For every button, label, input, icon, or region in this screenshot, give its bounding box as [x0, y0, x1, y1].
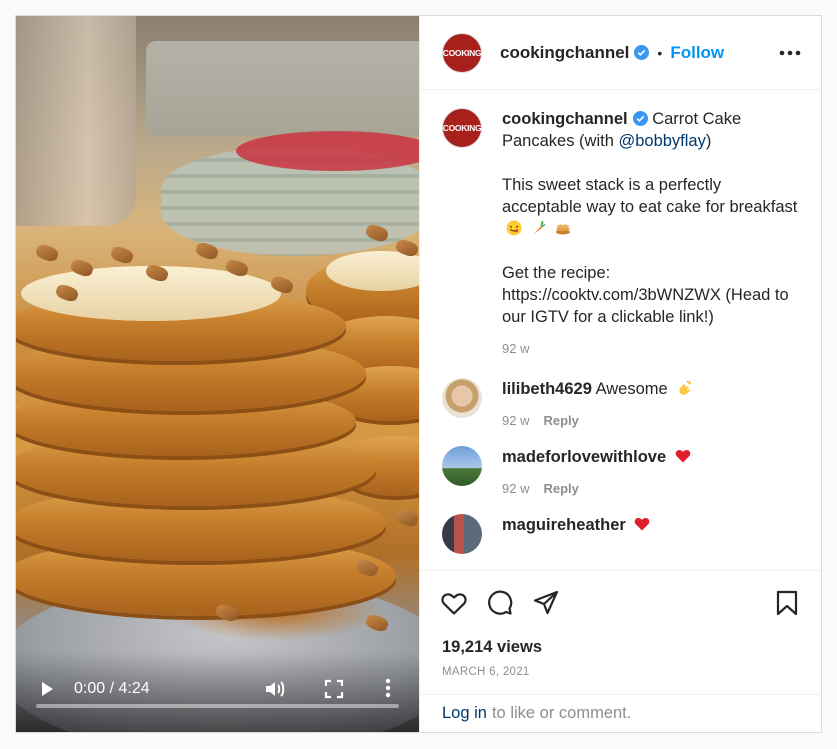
comment-item: maguireheather: [442, 514, 801, 554]
login-prompt: Log in to like or comment.: [420, 694, 821, 732]
video-controls: 0:00 / 4:24: [16, 652, 419, 732]
caption-body: cookingchannel Carrot Cake Pancakes (wit…: [502, 108, 801, 360]
comment-age: 92 w: [502, 413, 530, 428]
comment-username[interactable]: maguireheather: [502, 516, 626, 534]
caption-meta: 92 w: [502, 338, 801, 360]
comment-item: lilibeth4629 Awesome 92 w Reply: [442, 378, 801, 432]
verified-badge-icon: [634, 45, 650, 60]
reply-button[interactable]: Reply: [543, 410, 578, 432]
red-heart-emoji-icon: [675, 450, 691, 463]
comment-body: maguireheather: [502, 514, 650, 554]
comment-body: lilibeth4629 Awesome 92 w Reply: [502, 378, 692, 432]
caption-age: 92 w: [502, 341, 530, 356]
video-progress-track[interactable]: [36, 704, 399, 708]
like-heart-icon[interactable]: [440, 589, 468, 617]
post-side-panel: COOKING cookingchannel • Follow COOKING …: [419, 16, 821, 732]
caption-username[interactable]: cookingchannel: [502, 110, 628, 128]
comment-username[interactable]: lilibeth4629: [502, 380, 592, 398]
post-header: COOKING cookingchannel • Follow: [420, 16, 821, 90]
comment-meta: 92 w Reply: [502, 410, 692, 432]
pecan: [34, 242, 60, 264]
caption-title-end: ): [705, 132, 712, 150]
post-card: 0:00 / 4:24 COOKING cookingchannel • Fol…: [15, 15, 822, 733]
avatar[interactable]: [442, 378, 482, 418]
pancakes-emoji-icon: [556, 223, 571, 235]
comment-username[interactable]: madeforlovewithlove: [502, 448, 666, 466]
carrot-emoji-icon: [533, 220, 546, 234]
comment-age: 92 w: [502, 481, 530, 496]
more-options-icon[interactable]: [779, 50, 801, 56]
share-icon[interactable]: [532, 589, 560, 617]
post-actions: [420, 570, 821, 634]
background-utensils: [146, 41, 419, 136]
comment-meta: 92 w Reply: [502, 478, 691, 500]
verified-badge-icon: [632, 111, 648, 126]
login-link[interactable]: Log in: [442, 704, 487, 723]
login-prompt-text: to like or comment.: [491, 704, 632, 722]
comment-body: madeforlovewithlove 92 w Reply: [502, 446, 691, 500]
avatar[interactable]: [442, 514, 482, 554]
post-date[interactable]: MARCH 6, 2021: [420, 660, 821, 694]
fullscreen-icon[interactable]: [324, 679, 344, 699]
avatar[interactable]: [442, 446, 482, 486]
pecan: [394, 507, 419, 529]
red-heart-emoji-icon: [635, 518, 650, 531]
view-count[interactable]: 19,214 views: [420, 634, 821, 660]
separator-dot: •: [657, 44, 663, 61]
header-username[interactable]: cookingchannel: [500, 43, 629, 63]
reply-button[interactable]: Reply: [543, 478, 578, 500]
play-icon[interactable]: [42, 682, 53, 696]
pecan: [109, 244, 135, 266]
save-bookmark-icon[interactable]: [773, 589, 801, 617]
comment-icon[interactable]: [486, 589, 514, 617]
caption-avatar[interactable]: COOKING: [442, 108, 482, 148]
caption-paragraph: This sweet stack is a perfectly acceptab…: [502, 174, 801, 240]
caption-recipe: Get the recipe: https://cooktv.com/3bWNZ…: [502, 264, 789, 326]
post-video[interactable]: 0:00 / 4:24: [16, 16, 419, 732]
background-cup: [16, 16, 136, 226]
video-time: 0:00 / 4:24: [74, 680, 150, 697]
clapping-hands-emoji-icon: [679, 380, 692, 395]
video-more-icon[interactable]: [384, 677, 392, 699]
caption: COOKING cookingchannel Carrot Cake Panca…: [442, 108, 801, 360]
follow-button[interactable]: Follow: [670, 43, 724, 63]
comment-text: Awesome: [595, 380, 668, 398]
avatar[interactable]: COOKING: [442, 32, 482, 73]
comment-item: madeforlovewithlove 92 w Reply: [442, 446, 801, 500]
caption-text: This sweet stack is a perfectly acceptab…: [502, 176, 798, 216]
volume-icon[interactable]: [264, 679, 286, 699]
face-savoring-food-emoji-icon: [506, 220, 522, 236]
comments-list[interactable]: COOKING cookingchannel Carrot Cake Panca…: [420, 90, 821, 570]
mention-link[interactable]: @bobbyflay: [618, 132, 705, 150]
